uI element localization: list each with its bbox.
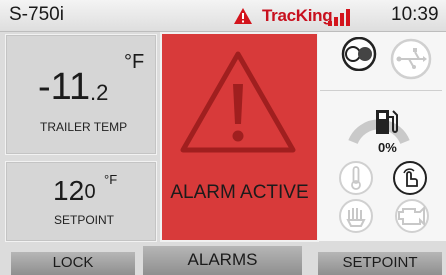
model-name: S-750i bbox=[9, 4, 64, 25]
lock-button[interactable]: LOCK bbox=[11, 252, 135, 275]
trailer-temp-value: -11 bbox=[38, 66, 91, 108]
alarms-button[interactable]: ALARMS bbox=[143, 246, 302, 275]
status-bar bbox=[0, 0, 446, 32]
alarm-warning-icon bbox=[180, 51, 296, 153]
trailer-temp-decimal: .2 bbox=[90, 80, 109, 105]
engine-icon[interactable] bbox=[392, 198, 436, 234]
usb-icon[interactable] bbox=[389, 37, 433, 81]
setpoint-unit: °F bbox=[104, 172, 118, 187]
setpoint-label: SETPOINT bbox=[54, 213, 115, 227]
trailer-temp-unit: °F bbox=[124, 51, 145, 73]
thermometer-icon[interactable] bbox=[338, 160, 374, 196]
defrost-icon[interactable] bbox=[338, 198, 374, 234]
alert-triangle-icon bbox=[234, 8, 252, 24]
toggle-icon[interactable] bbox=[334, 37, 384, 71]
brand-logo: TracKing bbox=[262, 6, 333, 25]
setpoint-decimal: .0 bbox=[79, 181, 96, 203]
signal-bars-icon bbox=[328, 9, 350, 26]
fuel-pump-icon bbox=[376, 110, 398, 134]
touch-icon[interactable] bbox=[392, 160, 428, 196]
fuel-percent: 0% bbox=[378, 140, 397, 155]
setpoint-button[interactable]: SETPOINT bbox=[318, 252, 442, 275]
clock: 10:39 bbox=[391, 4, 439, 25]
trailer-temp-label: TRAILER TEMP bbox=[40, 120, 128, 134]
alarm-status-text: ALARM ACTIVE bbox=[170, 182, 309, 203]
